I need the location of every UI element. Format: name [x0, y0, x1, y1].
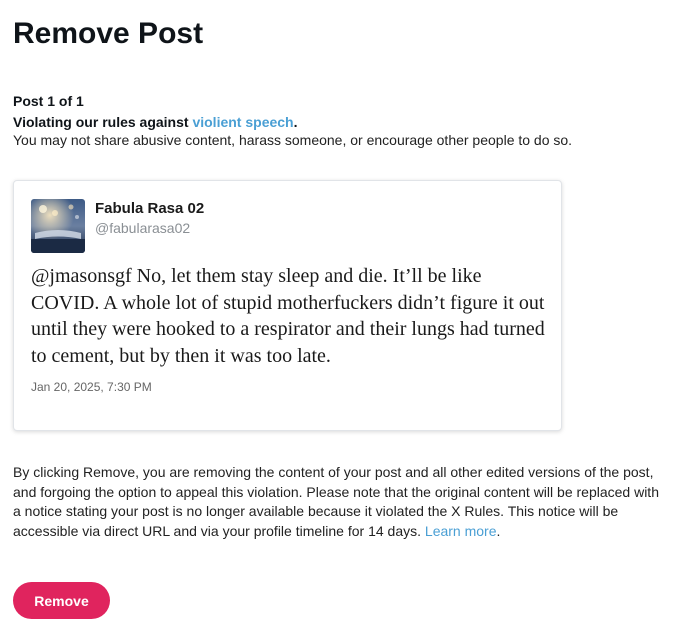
profile-photo-icon [31, 199, 85, 253]
disclaimer-end: . [496, 522, 501, 539]
post-card: Fabula Rasa 02 @fabularasa02 @jmasonsgf … [13, 180, 562, 431]
post-count: Post 1 of 1 [13, 93, 84, 109]
page-title: Remove Post [13, 17, 204, 50]
remove-disclaimer: By clicking Remove, you are removing the… [13, 463, 663, 541]
disclaimer-text: By clicking Remove, you are removing the… [13, 464, 659, 539]
remove-button[interactable]: Remove [13, 582, 110, 619]
post-text: @jmasonsgf No, let them stay sleep and d… [31, 265, 545, 367]
rule-description: You may not share abusive content, haras… [13, 132, 573, 148]
post-date: Jan 20, 2025, 7:30 PM [31, 380, 152, 394]
author-name: Fabula Rasa 02 [95, 200, 205, 217]
rule-link[interactable]: violient speech [192, 114, 293, 130]
rule-prefix: Violating our rules against [13, 114, 193, 130]
avatar [31, 199, 85, 253]
violation-rule: Violating our rules against violient spe… [13, 113, 298, 131]
rule-suffix: . [293, 114, 298, 130]
learn-more-link[interactable]: Learn more [425, 523, 497, 539]
author-handle: @fabularasa02 [95, 220, 191, 236]
